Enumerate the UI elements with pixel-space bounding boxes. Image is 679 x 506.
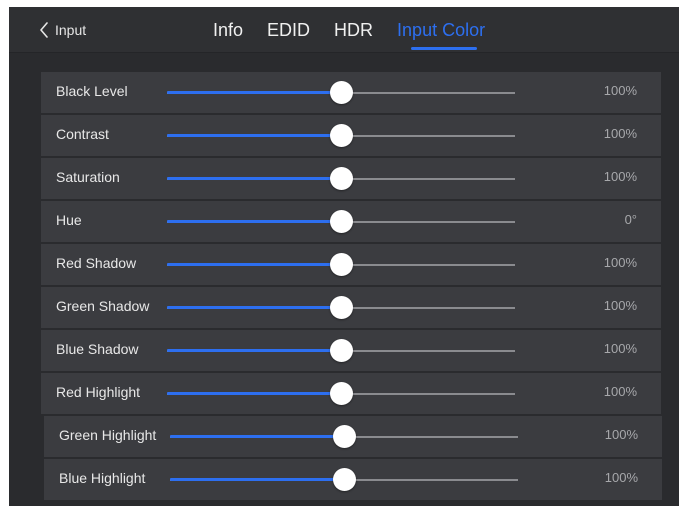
slider-fill (167, 91, 341, 94)
green-shadow-label: Green Shadow (56, 298, 150, 314)
green-highlight-value: 100% (604, 427, 638, 442)
slider-handle[interactable] (333, 468, 356, 491)
slider-fill (170, 435, 344, 438)
settings-list: Black Level 100% Contrast 100% Saturatio… (41, 72, 662, 502)
slider-fill (167, 177, 341, 180)
blue-highlight-slider[interactable] (170, 468, 518, 491)
saturation-slider[interactable] (167, 167, 515, 190)
hue-slider[interactable] (167, 210, 515, 233)
red-highlight-label: Red Highlight (56, 384, 141, 400)
hue-value: 0° (624, 212, 637, 227)
tab-input-color[interactable]: Input Color (397, 17, 485, 50)
slider-handle[interactable] (330, 339, 353, 362)
blue-highlight-label: Blue Highlight (59, 470, 146, 486)
green-shadow-value: 100% (603, 298, 637, 313)
top-bar: Input Info EDID HDR Input Color (9, 7, 679, 53)
slider-handle[interactable] (330, 210, 353, 233)
setting-row-black-level: Black Level 100% (41, 72, 661, 113)
back-button[interactable]: Input (39, 19, 86, 41)
red-shadow-slider[interactable] (167, 253, 515, 276)
slider-handle[interactable] (330, 382, 353, 405)
tab-hdr[interactable]: HDR (334, 17, 373, 41)
slider-fill (167, 263, 341, 266)
slider-fill (167, 134, 341, 137)
slider-fill (167, 392, 341, 395)
blue-highlight-value: 100% (604, 470, 638, 485)
slider-fill (167, 349, 341, 352)
tab-bar: Info EDID HDR Input Color (213, 17, 509, 50)
hue-label: Hue (56, 212, 82, 228)
back-label: Input (55, 22, 87, 38)
blue-shadow-label: Blue Shadow (56, 341, 139, 357)
slider-fill (167, 220, 341, 223)
slider-fill (167, 306, 341, 309)
tab-edid[interactable]: EDID (267, 17, 310, 41)
green-highlight-label: Green Highlight (59, 427, 157, 443)
slider-handle[interactable] (333, 425, 356, 448)
red-shadow-value: 100% (603, 255, 637, 270)
contrast-label: Contrast (56, 126, 109, 142)
red-shadow-label: Red Shadow (56, 255, 137, 271)
slider-handle[interactable] (330, 253, 353, 276)
red-highlight-value: 100% (603, 384, 637, 399)
saturation-value: 100% (603, 169, 637, 184)
tab-info[interactable]: Info (213, 17, 243, 41)
black-level-label: Black Level (56, 83, 128, 99)
slider-handle[interactable] (330, 81, 353, 104)
app-window: Input Info EDID HDR Input Color Black Le… (9, 7, 679, 506)
setting-row-blue-shadow: Blue Shadow 100% (41, 330, 661, 371)
green-shadow-slider[interactable] (167, 296, 515, 319)
red-highlight-slider[interactable] (167, 382, 515, 405)
contrast-value: 100% (603, 126, 637, 141)
setting-row-blue-highlight: Blue Highlight 100% (44, 459, 662, 500)
setting-row-contrast: Contrast 100% (41, 115, 661, 156)
saturation-label: Saturation (56, 169, 120, 185)
blue-shadow-value: 100% (603, 341, 637, 356)
green-highlight-slider[interactable] (170, 425, 518, 448)
blue-shadow-slider[interactable] (167, 339, 515, 362)
setting-row-saturation: Saturation 100% (41, 158, 661, 199)
slider-handle[interactable] (330, 124, 353, 147)
chevron-left-icon (40, 22, 48, 38)
black-level-slider[interactable] (167, 81, 515, 104)
setting-row-red-shadow: Red Shadow 100% (41, 244, 661, 285)
setting-row-green-shadow: Green Shadow 100% (41, 287, 661, 328)
black-level-value: 100% (603, 83, 637, 98)
slider-handle[interactable] (330, 296, 353, 319)
setting-row-hue: Hue 0° (41, 201, 661, 242)
contrast-slider[interactable] (167, 124, 515, 147)
slider-fill (170, 478, 344, 481)
setting-row-red-highlight: Red Highlight 100% (41, 373, 661, 414)
slider-handle[interactable] (330, 167, 353, 190)
setting-row-green-highlight: Green Highlight 100% (44, 416, 662, 457)
